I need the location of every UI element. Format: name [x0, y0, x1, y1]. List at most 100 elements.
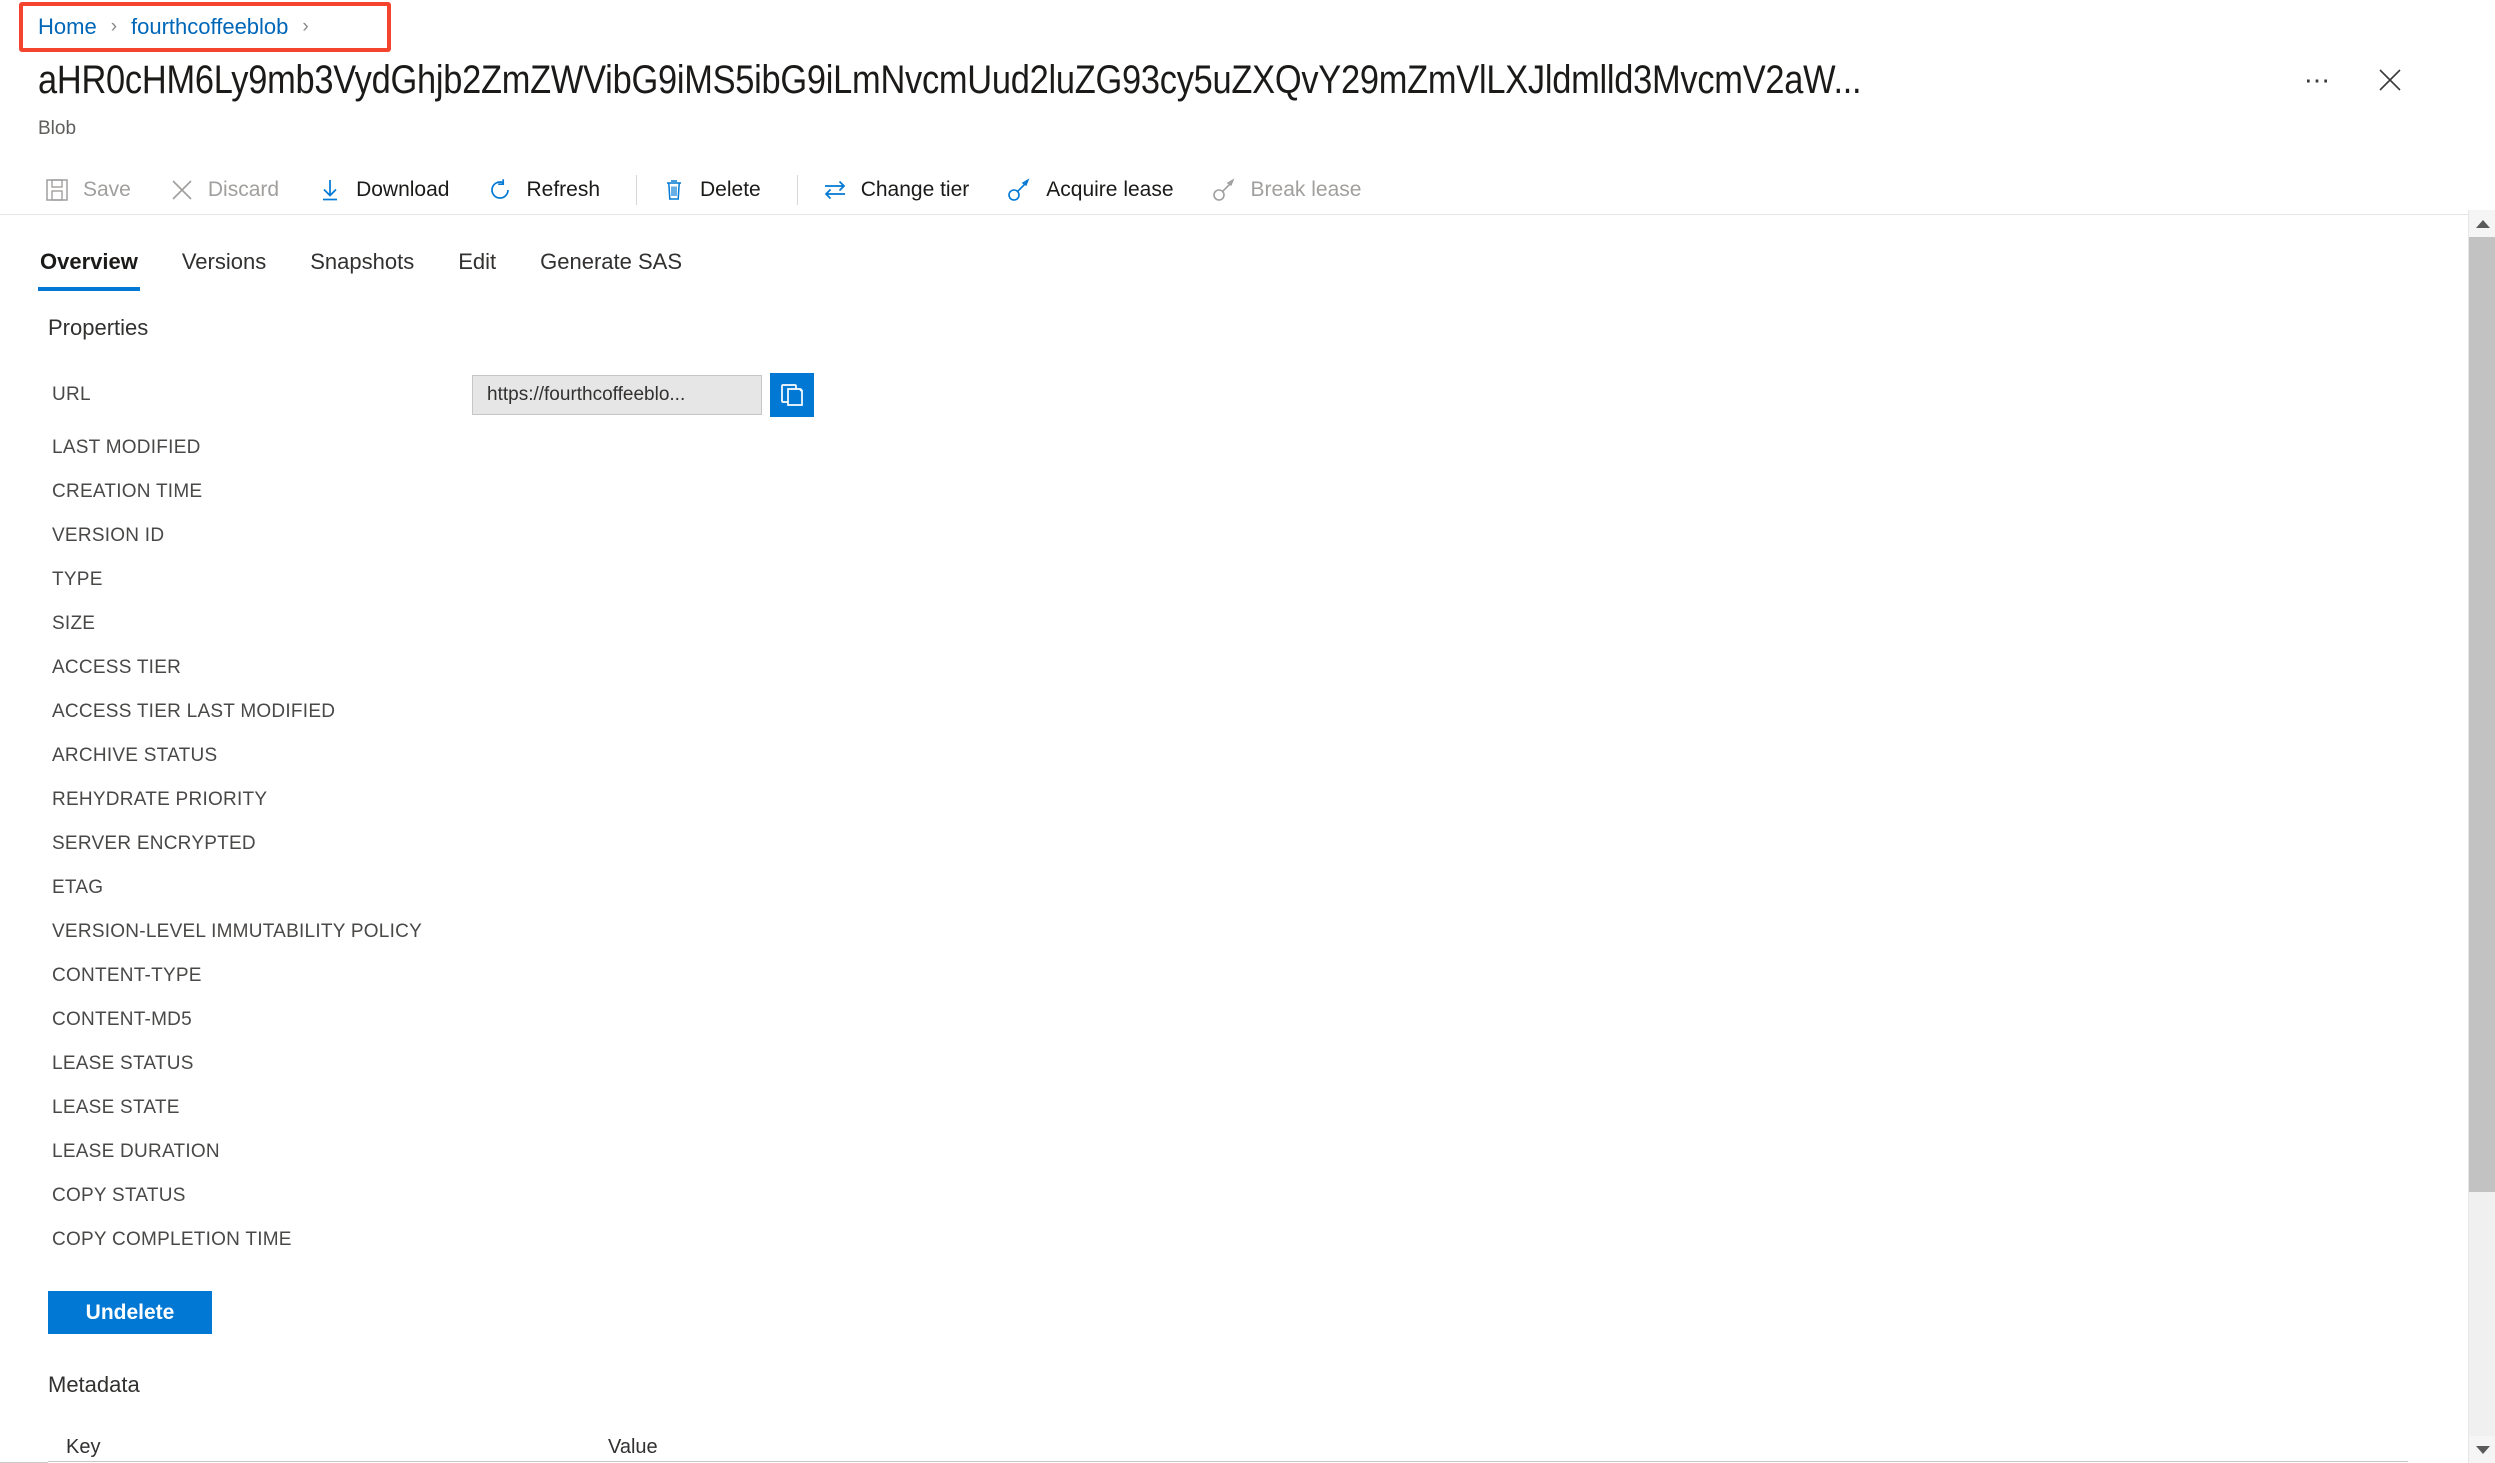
property-key: VERSION-LEVEL IMMUTABILITY POLICY — [52, 921, 423, 942]
url-input[interactable]: https://fourthcoffeeblo... — [472, 375, 762, 415]
property-row: COPY COMPLETION TIME — [52, 1218, 2352, 1262]
metadata-column-key: Key — [66, 1436, 101, 1458]
properties-section-title: Properties — [48, 315, 149, 340]
breadcrumb-item-fourthcoffeeblob[interactable]: fourthcoffeeblob — [131, 12, 288, 42]
download-label: Download — [356, 178, 450, 201]
refresh-icon — [485, 175, 515, 205]
acquire-lease-label: Acquire lease — [1046, 178, 1174, 201]
break-lease-button[interactable]: Break lease — [1206, 166, 1378, 214]
property-key: ARCHIVE STATUS — [52, 745, 218, 766]
download-button[interactable]: Download — [311, 166, 465, 214]
property-key: CONTENT-TYPE — [52, 965, 202, 986]
tab-overview[interactable]: Overview — [38, 243, 140, 291]
close-icon — [2379, 69, 2401, 91]
scroll-up-button[interactable] — [2469, 210, 2495, 237]
metadata-table-header: Key Value — [48, 1432, 2408, 1462]
acquire-lease-button[interactable]: Acquire lease — [1001, 166, 1189, 214]
save-label: Save — [83, 178, 131, 201]
copy-url-button[interactable] — [770, 373, 814, 417]
property-key: VERSION ID — [52, 525, 165, 546]
delete-button[interactable]: Delete — [655, 166, 777, 214]
property-row: VERSION-LEVEL IMMUTABILITY POLICY — [52, 910, 2352, 954]
property-key: CREATION TIME — [52, 481, 203, 502]
property-row: TYPE — [52, 558, 2352, 602]
delete-icon — [659, 175, 689, 205]
vertical-scrollbar[interactable] — [2468, 210, 2495, 1463]
chevron-down-icon — [2475, 1445, 2490, 1454]
command-bar-divider — [0, 214, 2468, 215]
save-icon — [42, 175, 72, 205]
property-row: VERSION ID — [52, 514, 2352, 558]
metadata-section-title: Metadata — [48, 1372, 140, 1397]
break-lease-icon — [1210, 175, 1240, 205]
discard-icon — [167, 175, 197, 205]
azure-blob-overview-page: Home › fourthcoffeeblob › aHR0cHM6Ly9mb3… — [0, 0, 2495, 1463]
refresh-label: Refresh — [526, 178, 600, 201]
property-row: SERVER ENCRYPTED — [52, 822, 2352, 866]
property-rows-container: LAST MODIFIED CREATION TIME VERSION ID TYPE… — [52, 426, 2352, 1262]
property-key: LEASE STATUS — [52, 1053, 194, 1074]
property-key: COPY STATUS — [52, 1185, 186, 1206]
more-options-button[interactable]: ⋯ — [2300, 62, 2336, 98]
discard-label: Discard — [207, 178, 280, 201]
breadcrumb-item-home[interactable]: Home — [38, 12, 97, 42]
tab-versions[interactable]: Versions — [180, 243, 268, 291]
property-row: LEASE STATUS — [52, 1042, 2352, 1086]
property-row: ARCHIVE STATUS — [52, 734, 2352, 778]
property-row: LEASE DURATION — [52, 1130, 2352, 1174]
tab-versions-label: Versions — [181, 249, 267, 274]
scroll-down-button[interactable] — [2469, 1436, 2495, 1463]
properties-list: URL https://fourthcoffeeblo... LAST MODI… — [52, 366, 2352, 1262]
page-content: Home › fourthcoffeeblob › aHR0cHM6Ly9mb3… — [0, 0, 2468, 1463]
breadcrumb-separator-icon-2: › — [302, 16, 309, 37]
page-title: aHR0cHM6Ly9mb3VydGhjb2ZmZWVibG9iMS5ibG9i… — [38, 58, 1862, 102]
property-row-url: URL https://fourthcoffeeblo... — [52, 366, 2352, 424]
toolbar-divider-1 — [636, 175, 637, 205]
discard-button[interactable]: Discard — [163, 166, 295, 214]
property-key: ETAG — [52, 877, 104, 898]
property-key: SERVER ENCRYPTED — [52, 833, 256, 854]
copy-icon — [781, 384, 803, 406]
metadata-table: Key Value — [48, 1432, 2408, 1462]
property-key: SIZE — [52, 613, 96, 634]
property-row: CONTENT-TYPE — [52, 954, 2352, 998]
chevron-up-icon — [2475, 219, 2490, 228]
property-row: LAST MODIFIED — [52, 426, 2352, 470]
property-row: LEASE STATE — [52, 1086, 2352, 1130]
property-key: REHYDRATE PRIORITY — [52, 789, 268, 810]
tab-list: Overview Versions Snapshots Edit Generat… — [38, 243, 724, 293]
scrollbar-thumb[interactable] — [2469, 237, 2495, 1192]
save-button[interactable]: Save — [38, 166, 147, 214]
tab-snapshots[interactable]: Snapshots — [308, 243, 416, 291]
metadata-column-value: Value — [608, 1436, 658, 1458]
command-bar: Save Discard Download Refresh Delete Cha… — [38, 166, 1393, 214]
property-key: LAST MODIFIED — [52, 437, 201, 458]
tab-generate-sas[interactable]: Generate SAS — [538, 243, 684, 291]
breadcrumb: Home › fourthcoffeeblob › — [38, 12, 323, 42]
tab-edit[interactable]: Edit — [456, 243, 498, 291]
download-icon — [315, 175, 345, 205]
property-key: TYPE — [52, 569, 103, 590]
property-row: ETAG — [52, 866, 2352, 910]
property-row: SIZE — [52, 602, 2352, 646]
undelete-button[interactable]: Undelete — [48, 1291, 212, 1334]
tab-overview-label: Overview — [40, 249, 138, 274]
property-key: ACCESS TIER LAST MODIFIED — [52, 701, 336, 722]
property-row: CONTENT-MD5 — [52, 998, 2352, 1042]
close-button[interactable] — [2372, 62, 2408, 98]
change-tier-icon — [820, 175, 850, 205]
change-tier-button[interactable]: Change tier — [816, 166, 986, 214]
property-row: REHYDRATE PRIORITY — [52, 778, 2352, 822]
page-subtitle: Blob — [38, 118, 77, 139]
property-row: CREATION TIME — [52, 470, 2352, 514]
property-key: LEASE STATE — [52, 1097, 180, 1118]
property-key: COPY COMPLETION TIME — [52, 1229, 292, 1250]
toolbar-divider-2 — [796, 175, 798, 205]
breadcrumb-separator-icon: › — [110, 16, 118, 37]
refresh-button[interactable]: Refresh — [481, 166, 616, 214]
tab-snapshots-label: Snapshots — [310, 249, 415, 274]
change-tier-label: Change tier — [860, 178, 970, 201]
property-row: ACCESS TIER — [52, 646, 2352, 690]
tab-edit-label: Edit — [458, 249, 497, 274]
property-key: ACCESS TIER — [52, 657, 182, 678]
